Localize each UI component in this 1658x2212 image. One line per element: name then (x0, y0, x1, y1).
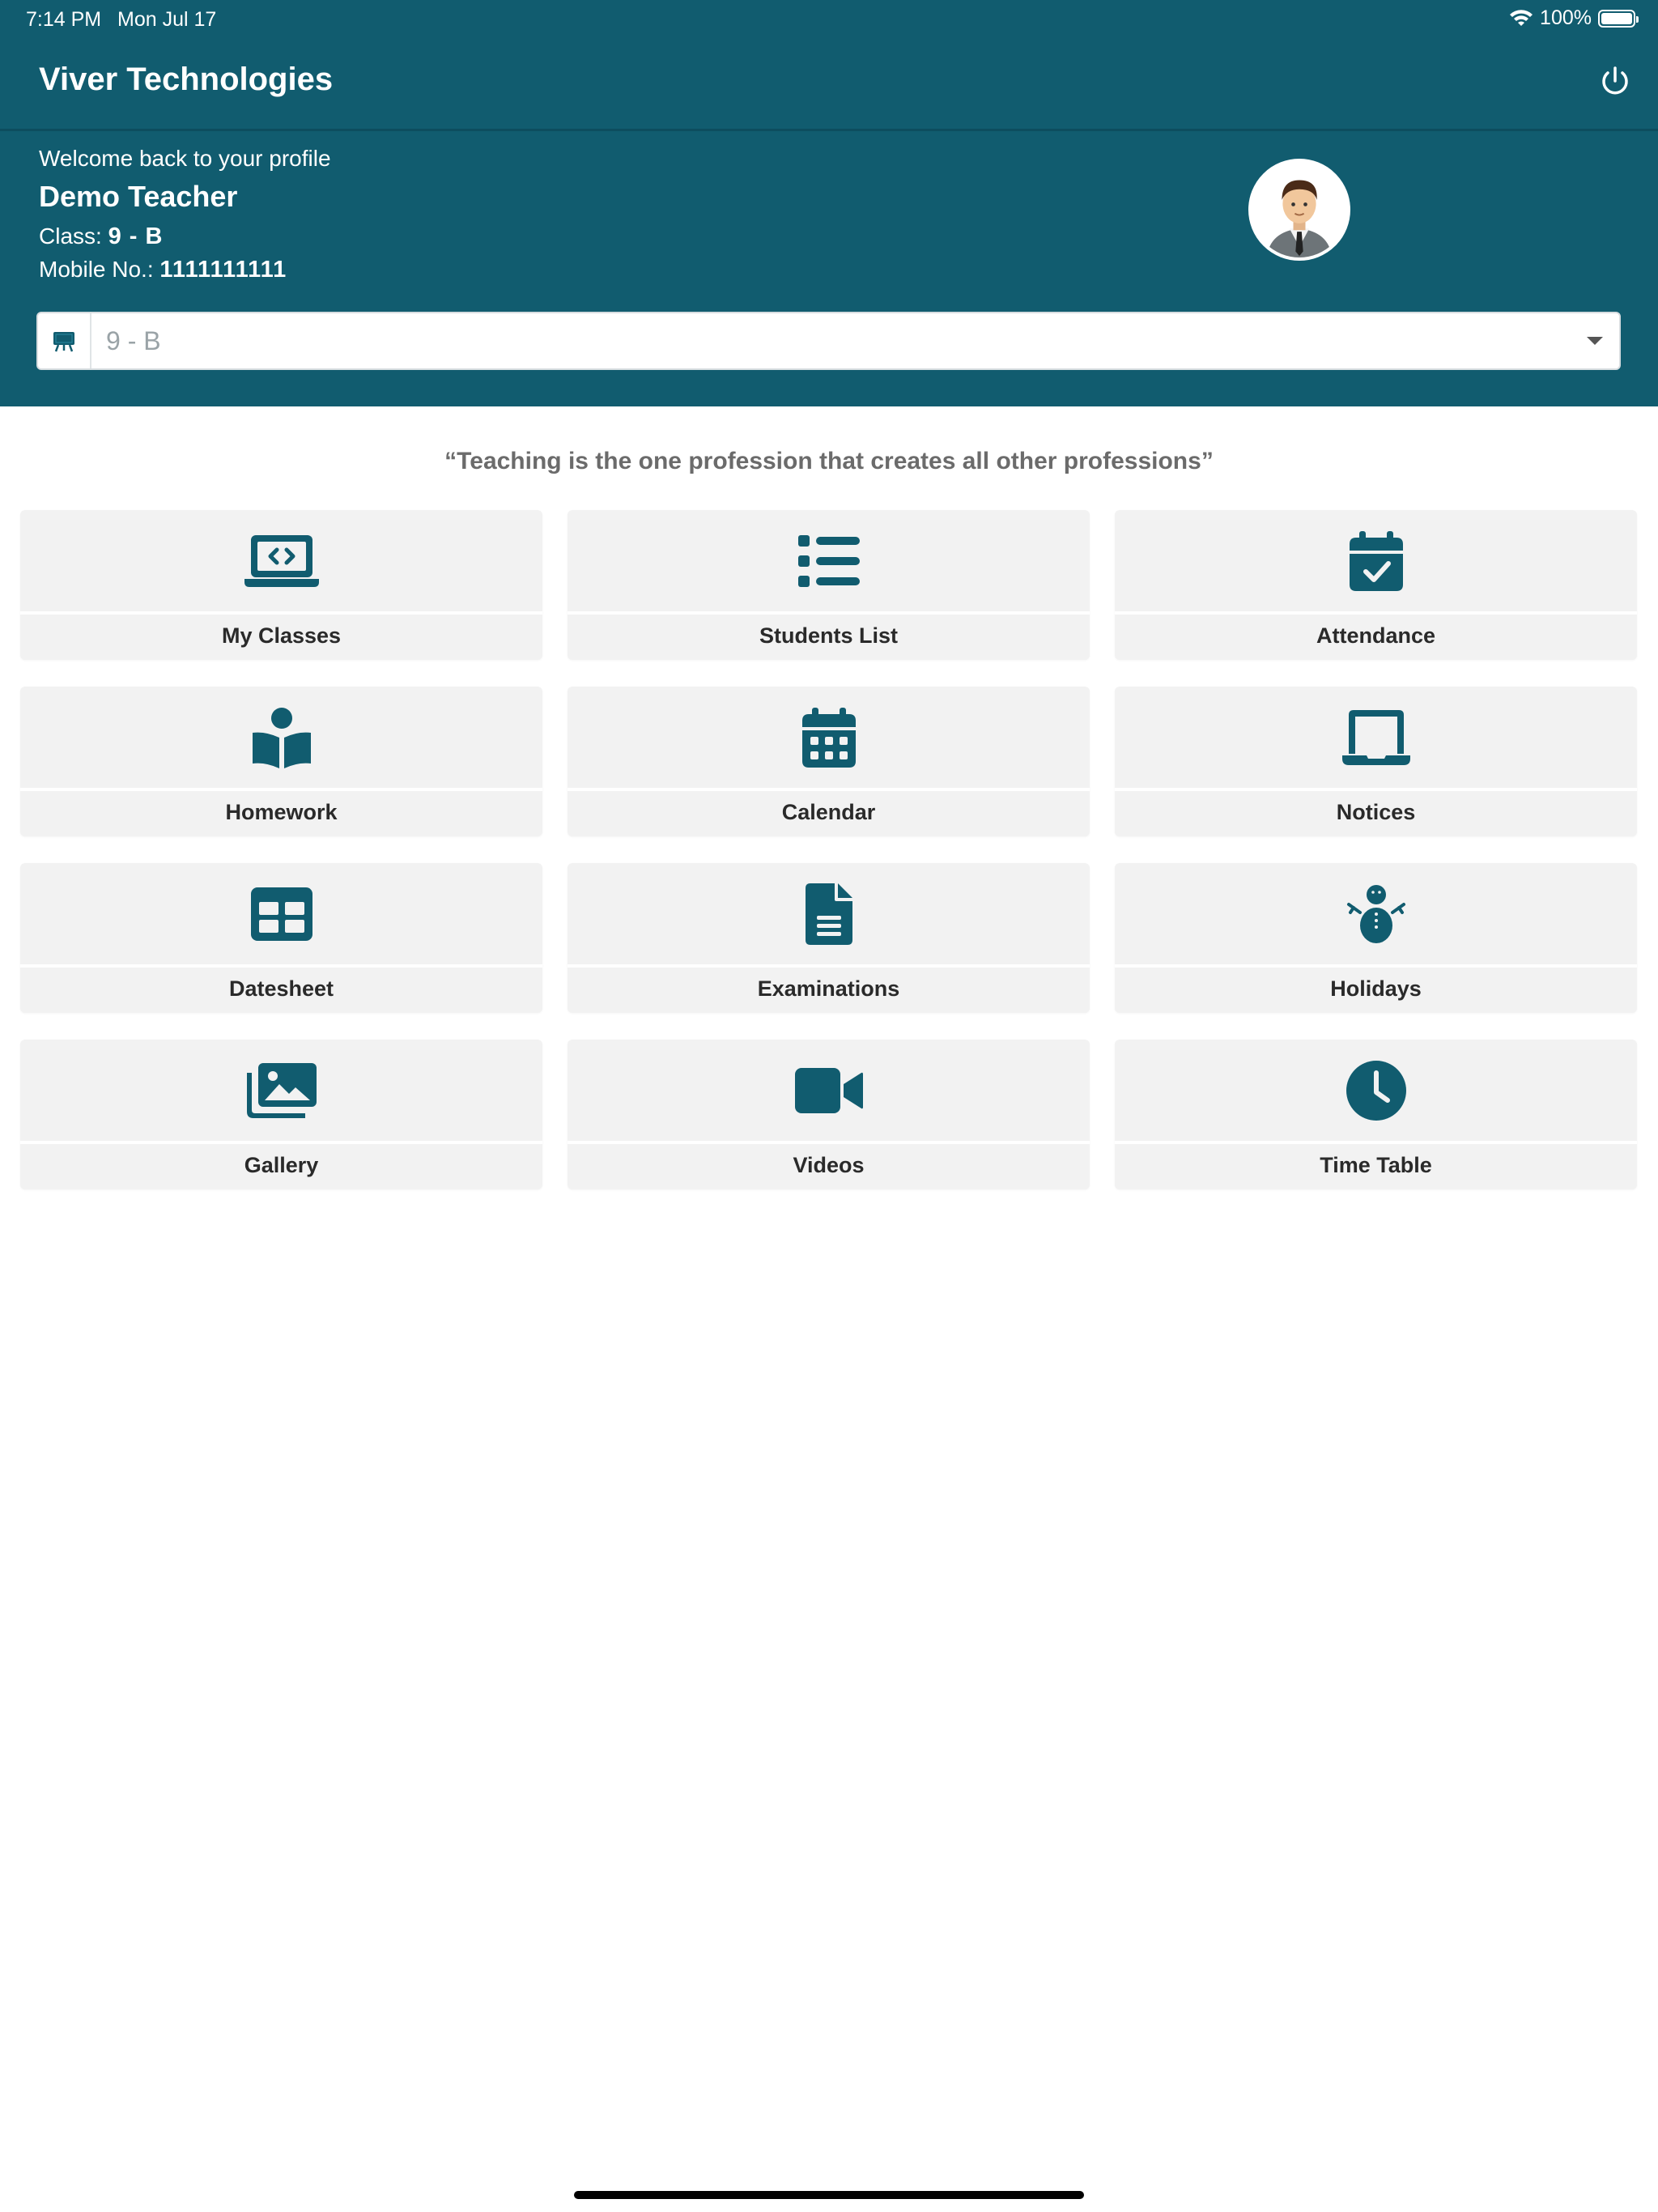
class-value: 9 - B (108, 223, 164, 249)
welcome-text: Welcome back to your profile (39, 146, 331, 171)
avatar[interactable] (1248, 159, 1350, 261)
mobile-info: Mobile No.: 1111111111 (39, 257, 331, 283)
status-bar: 7:14 PM Mon Jul 17 100% (0, 0, 1658, 39)
battery-percent: 100% (1540, 6, 1592, 29)
quote-text: “Teaching is the one profession that cre… (444, 448, 1214, 474)
header-panel: 7:14 PM Mon Jul 17 100% Viver Technologi… (0, 0, 1658, 406)
teacher-name: Demo Teacher (39, 180, 238, 213)
tile-label: Datesheet (228, 976, 334, 1001)
tile-label: Videos (793, 1153, 865, 1177)
book-reader-icon (252, 707, 311, 768)
laptop-code-icon (244, 534, 319, 587)
calendar-check-icon (1349, 530, 1403, 591)
avatar-image (1252, 162, 1347, 257)
class-selector-value: 9 - B (106, 325, 161, 355)
tile-label: My Classes (221, 623, 342, 648)
tile-label: Notices (1336, 800, 1416, 824)
chalkboard-icon (53, 332, 74, 352)
images-icon (246, 1062, 317, 1118)
tile-my-classes[interactable]: My Classes (20, 510, 542, 660)
calendar-icon (801, 707, 856, 768)
tile-label: Holidays (1330, 976, 1422, 1001)
class-info: Class: 9 - B (39, 223, 331, 250)
app-navbar: Viver Technologies (0, 39, 1658, 131)
selector-caret (1571, 336, 1619, 346)
tile-label: Homework (225, 800, 338, 824)
tile-attendance[interactable]: Attendance (1115, 510, 1637, 660)
status-date: Mon Jul 17 (117, 8, 217, 31)
wifi-icon (1510, 9, 1533, 26)
file-icon (805, 883, 852, 945)
tile-examinations[interactable]: Examinations (568, 863, 1090, 1013)
profile-info: Welcome back to your profile Demo Teache… (39, 146, 331, 290)
class-selector[interactable]: 9 - B (36, 312, 1621, 370)
tile-holidays[interactable]: Holidays (1115, 863, 1637, 1013)
tile-calendar[interactable]: Calendar (568, 687, 1090, 836)
tile-gallery[interactable]: Gallery (20, 1040, 542, 1189)
tile-datesheet[interactable]: Datesheet (20, 863, 542, 1013)
tile-label: Examinations (757, 976, 900, 1001)
app-title: Viver Technologies (39, 62, 334, 97)
chevron-down-icon (1587, 337, 1603, 345)
table-icon (250, 887, 312, 941)
mobile-label: Mobile No.: (39, 257, 160, 282)
tile-notices[interactable]: Notices (1115, 687, 1637, 836)
tile-students-list[interactable]: Students List (568, 510, 1090, 660)
tile-label: Gallery (244, 1153, 319, 1177)
tile-videos[interactable]: Videos (568, 1040, 1090, 1189)
tile-label: Time Table (1320, 1153, 1432, 1177)
video-camera-icon (794, 1067, 863, 1113)
snowman-icon (1346, 884, 1405, 943)
status-right: 100% (1509, 6, 1639, 30)
tile-label: Attendance (1316, 623, 1436, 648)
tile-time-table[interactable]: Time Table (1115, 1040, 1637, 1189)
selector-icon-box (38, 313, 91, 368)
menu-grid: My Classes Students List Attendance Home… (20, 510, 1638, 1189)
power-icon[interactable] (1596, 63, 1634, 100)
status-time: 7:14 PM (26, 8, 102, 31)
tile-homework[interactable]: Homework (20, 687, 542, 836)
laptop-icon (1341, 709, 1410, 765)
clock-icon (1346, 1060, 1406, 1121)
battery-icon (1598, 9, 1639, 28)
mobile-value: 1111111111 (159, 257, 287, 283)
tile-label: Calendar (781, 800, 876, 824)
list-icon (797, 534, 860, 587)
tile-label: Students List (759, 623, 898, 648)
class-label: Class: (39, 223, 108, 249)
home-indicator[interactable] (574, 2191, 1084, 2199)
